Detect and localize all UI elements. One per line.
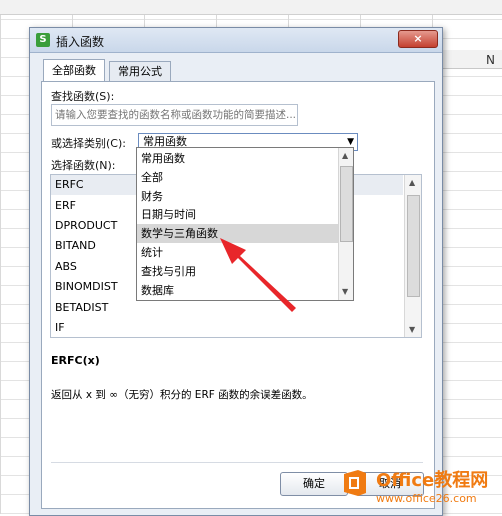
dialog-title: 插入函数 — [56, 35, 105, 49]
dropdown-scrollbar-thumb[interactable] — [340, 166, 353, 242]
ribbon-strip — [0, 0, 502, 15]
dialog-titlebar: S 插入函数 × — [30, 28, 442, 53]
tab-common-formulas[interactable]: 常用公式 — [109, 61, 171, 82]
function-description: 返回从 x 到 ∞（无穷）积分的 ERF 函数的余误差函数。 — [51, 389, 313, 401]
office-logo-icon — [344, 470, 366, 496]
list-item[interactable]: BINOMDIST — [55, 280, 118, 293]
dropdown-option[interactable]: 统计 — [137, 243, 341, 262]
close-button[interactable]: × — [398, 30, 438, 48]
dropdown-scrollbar[interactable]: ▲ ▼ — [338, 148, 353, 300]
watermark-url: www.office26.com — [376, 492, 477, 505]
tab-all-functions[interactable]: 全部函数 — [43, 59, 105, 83]
dropdown-option[interactable]: 数据库 — [137, 281, 341, 300]
list-item[interactable]: DPRODUCT — [55, 219, 117, 232]
list-item[interactable]: IF — [55, 321, 65, 334]
search-label: 查找函数(S): — [51, 90, 115, 103]
search-input[interactable] — [51, 104, 298, 126]
function-list-scrollbar[interactable]: ▲ ▼ — [404, 175, 421, 337]
category-dropdown-list[interactable]: 常用函数 全部 财务 日期与时间 数学与三角函数 统计 查找与引用 数据库 ▲ … — [136, 147, 354, 301]
function-list-label: 选择函数(N): — [51, 159, 116, 172]
function-signature: ERFC(x) — [51, 354, 100, 367]
dropdown-option[interactable]: 日期与时间 — [137, 205, 341, 224]
scrollbar-thumb[interactable] — [407, 195, 420, 297]
scroll-up-icon[interactable]: ▲ — [342, 151, 348, 160]
list-item[interactable]: BETADIST — [55, 301, 108, 314]
app-icon: S — [36, 33, 50, 47]
list-item[interactable]: ERF — [55, 199, 76, 212]
category-label: 或选择类别(C): — [51, 137, 126, 150]
watermark-title: Office教程网 — [376, 470, 489, 491]
list-item[interactable]: ABS — [55, 260, 77, 273]
dropdown-option[interactable]: 全部 — [137, 168, 341, 187]
dropdown-option[interactable]: 常用函数 — [137, 149, 341, 168]
scroll-down-icon[interactable]: ▼ — [409, 325, 415, 334]
dropdown-option[interactable]: 查找与引用 — [137, 262, 341, 281]
dropdown-option-highlighted[interactable]: 数学与三角函数 — [137, 224, 341, 243]
column-letter: N — [486, 53, 495, 67]
watermark: Office教程网 www.office26.com — [336, 462, 502, 514]
list-item[interactable]: BITAND — [55, 239, 96, 252]
scroll-up-icon[interactable]: ▲ — [409, 178, 415, 187]
dropdown-option[interactable]: 财务 — [137, 187, 341, 206]
scroll-down-icon[interactable]: ▼ — [342, 287, 348, 296]
